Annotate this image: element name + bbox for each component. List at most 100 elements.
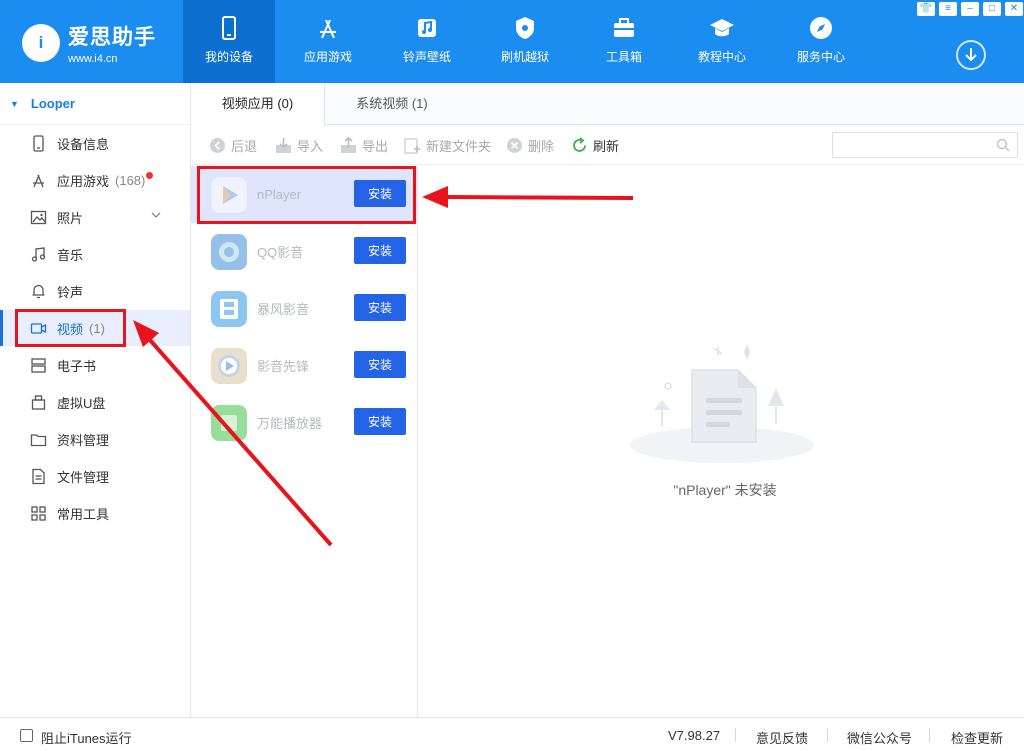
- nplayer-icon: [211, 176, 247, 213]
- device-name: Looper: [30, 96, 75, 111]
- new-folder-icon: [404, 137, 420, 154]
- install-button[interactable]: 安装: [354, 237, 406, 264]
- export-label: 导出: [362, 138, 389, 154]
- empty-document-illustration: [630, 344, 814, 463]
- sidebar-item-apps[interactable]: 应用游戏 (168): [0, 162, 190, 198]
- skin-button[interactable]: 👕: [917, 2, 935, 16]
- sidebar-item-label: 照片: [57, 210, 84, 226]
- sidebar-item-data-management[interactable]: 资料管理: [0, 421, 190, 457]
- sidebar-item-label: 常用工具: [57, 506, 110, 522]
- feedback-link[interactable]: 意见反馈: [756, 728, 808, 747]
- nav-tab-label: 教程中心: [697, 50, 746, 64]
- install-button[interactable]: 安装: [354, 351, 406, 378]
- block-itunes-label[interactable]: 阻止iTunes运行: [41, 728, 132, 747]
- music-note-icon: [418, 19, 436, 37]
- sidebar-item-label: 文件管理: [57, 469, 110, 485]
- close-button[interactable]: ✕: [1005, 2, 1023, 16]
- install-button[interactable]: 安装: [354, 294, 406, 321]
- nav-tab-apps[interactable]: 应用游戏: [282, 0, 374, 83]
- back-icon: [210, 137, 225, 153]
- device-info-icon: [33, 134, 44, 152]
- minimize-button[interactable]: –: [961, 2, 979, 16]
- sidebar-item-video[interactable]: 视频 (1): [0, 310, 190, 346]
- sidebar-item-label: 铃声: [57, 284, 84, 300]
- refresh-button[interactable]: 刷新: [571, 136, 619, 154]
- delete-label: 删除: [528, 138, 555, 154]
- sidebar-item-label: 音乐: [57, 247, 84, 263]
- wechat-link[interactable]: 微信公众号: [847, 728, 912, 747]
- sidebar-item-usb-drive[interactable]: 虚拟U盘: [0, 384, 190, 420]
- search-input[interactable]: [832, 132, 1018, 158]
- file-icon: [32, 468, 45, 484]
- shield-icon: [516, 17, 534, 39]
- sidebar-item-ebooks[interactable]: 电子书: [0, 347, 190, 383]
- list-item[interactable]: 影音先锋 安装: [191, 337, 418, 394]
- nav-tab-label: 铃声壁纸: [402, 50, 451, 64]
- divider: [827, 728, 828, 742]
- list-item[interactable]: QQ影音 安装: [191, 223, 418, 280]
- sidebar-item-count: (168): [115, 172, 146, 188]
- app-store-icon: [320, 19, 336, 39]
- nav-tab-toolbox[interactable]: 工具箱: [578, 0, 670, 83]
- new-folder-button[interactable]: 新建文件夹: [404, 136, 491, 154]
- device-selector[interactable]: ▼ Looper: [0, 83, 190, 125]
- empty-state-message: "nPlayer" 未安装: [673, 482, 777, 498]
- back-label: 后退: [231, 138, 258, 154]
- install-button[interactable]: 安装: [354, 408, 406, 435]
- chevron-down-icon[interactable]: [150, 209, 162, 221]
- nav-tab-flash[interactable]: 刷机越狱: [479, 0, 571, 83]
- check-update-link[interactable]: 检查更新: [951, 728, 1003, 747]
- sidebar-item-ringtones[interactable]: 铃声: [0, 273, 190, 309]
- delete-icon: [507, 137, 522, 153]
- nav-tab-my-device[interactable]: 我的设备: [183, 0, 275, 83]
- delete-button[interactable]: 删除: [506, 136, 554, 154]
- xianfeng-icon: [211, 347, 247, 384]
- sidebar-item-file-management[interactable]: 文件管理: [0, 458, 190, 494]
- qq-player-icon: [211, 233, 247, 270]
- block-itunes-checkbox[interactable]: [20, 729, 33, 742]
- sidebar-item-label: 虚拟U盘: [57, 395, 106, 411]
- logo: i 爱思助手 www.i4.cn: [22, 18, 182, 68]
- menu-button[interactable]: ≡: [939, 2, 957, 16]
- export-button[interactable]: 导出: [340, 136, 388, 154]
- list-item[interactable]: 暴风影音 安装: [191, 280, 418, 337]
- sidebar-item-photos[interactable]: 照片: [0, 199, 190, 235]
- refresh-icon: [573, 136, 586, 152]
- download-icon: [965, 48, 977, 62]
- video-app-list: nPlayer 安装 QQ影音 安装 暴风影音 安装 影音先锋 安装 万能播放器…: [191, 166, 418, 717]
- back-button[interactable]: 后退: [209, 136, 257, 154]
- music-icon: [31, 246, 46, 262]
- maximize-button[interactable]: □: [983, 2, 1001, 16]
- install-button[interactable]: 安装: [354, 180, 406, 207]
- nav-tab-ringtones[interactable]: 铃声壁纸: [381, 0, 473, 83]
- download-button[interactable]: [956, 40, 986, 70]
- sidebar-item-tools[interactable]: 常用工具: [0, 495, 190, 531]
- list-item[interactable]: 万能播放器 安装: [191, 394, 418, 451]
- ebook-icon: [31, 357, 46, 373]
- list-item[interactable]: nPlayer 安装: [191, 166, 418, 223]
- tab-system-videos[interactable]: 系统视频 (1): [325, 83, 459, 125]
- nav-tab-service[interactable]: 服务中心: [775, 0, 867, 83]
- top-bar: i 爱思助手 www.i4.cn 我的设备 应用游戏 铃声壁纸 刷机越狱 工具箱…: [0, 0, 1024, 83]
- sidebar-item-device-info[interactable]: 设备信息: [0, 125, 190, 161]
- status-bar: 阻止iTunes运行 V7.98.27 意见反馈 微信公众号 检查更新: [0, 717, 1024, 751]
- app-name: 暴风影音: [257, 302, 310, 317]
- nav-tab-tutorials[interactable]: 教程中心: [676, 0, 768, 83]
- sidebar-item-music[interactable]: 音乐: [0, 236, 190, 272]
- universal-player-icon: [211, 404, 247, 441]
- grid-icon: [31, 505, 46, 521]
- toolbox-icon: [614, 18, 634, 37]
- active-indicator: [0, 310, 3, 346]
- app-name: 万能播放器: [257, 416, 323, 431]
- import-button[interactable]: 导入: [275, 136, 323, 154]
- video-icon: [30, 322, 47, 334]
- app-store-icon: [33, 174, 44, 187]
- usb-drive-icon: [31, 394, 46, 410]
- search-icon: [996, 138, 1010, 152]
- sidebar-item-label: 视频: [57, 321, 84, 337]
- tab-video-apps[interactable]: 视频应用 (0): [191, 83, 325, 126]
- content-tabs: 视频应用 (0) 系统视频 (1): [191, 83, 1024, 126]
- logo-url: www.i4.cn: [68, 53, 118, 65]
- sidebar-item-label: 资料管理: [57, 432, 110, 448]
- divider: [929, 728, 930, 742]
